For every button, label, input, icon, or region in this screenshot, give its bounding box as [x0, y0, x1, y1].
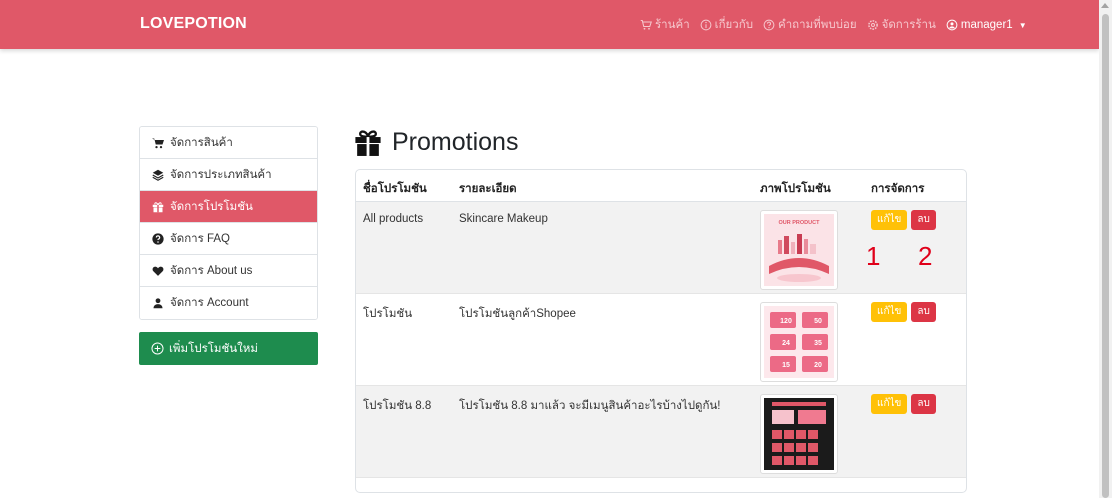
promo-image[interactable] [760, 394, 838, 474]
promo-desc: โปรโมชัน 8.8 มาแล้ว จะมีเมนูสินค้าอะไรบ้… [459, 400, 721, 412]
scroll-up-arrow-icon[interactable] [1101, 3, 1109, 8]
nav-faq-link[interactable]: คำถามที่พบบ่อย [763, 16, 857, 34]
nav-about-link[interactable]: เกี่ยวกับ [700, 16, 753, 34]
promo-image-product: OUR PRODUCT [764, 214, 834, 286]
gift-icon [355, 129, 381, 156]
delete-button[interactable]: ลบ [911, 394, 936, 414]
edit-button[interactable]: แก้ไข [871, 210, 908, 230]
heart-icon [152, 266, 164, 276]
nav-links: ร้านค้า เกี่ยวกับ คำถามที่พบบ่อย จัดการร… [640, 16, 1027, 34]
sidebar-item-label: จัดการ FAQ [170, 232, 231, 245]
delete-button[interactable]: ลบ [911, 302, 936, 322]
voucher-code: 120 [780, 318, 792, 325]
user-menu-dropdown[interactable]: manager1 ▼ [946, 19, 1027, 31]
promo-name: โปรโมชัน [363, 308, 413, 320]
voucher-code: 35 [814, 340, 822, 347]
brand-logo[interactable]: LOVEPOTION [140, 15, 247, 33]
sidebar-item-label: จัดการ About us [170, 264, 253, 277]
user-icon [153, 298, 163, 309]
nav-faq-label: คำถามที่พบบ่อย [778, 19, 857, 31]
promo-desc: โปรโมชันลูกค้าShopee [459, 308, 576, 320]
edit-button[interactable]: แก้ไข [871, 394, 908, 414]
promo-name: โปรโมชัน 8.8 [363, 400, 432, 412]
sidebar-item-label: จัดการประเภทสินค้า [170, 168, 272, 181]
delete-button[interactable]: ลบ [911, 210, 936, 230]
promo-image-vouchers: 120 50 24 35 15 20 [764, 306, 834, 378]
table-row: โปรโมชัน โปรโมชันลูกค้าShopee 120 50 24 … [356, 294, 966, 386]
admin-sidebar: จัดการสินค้า จัดการประเภทสินค้า จัดการโป… [139, 126, 318, 320]
voucher-code: 24 [782, 340, 790, 347]
table-row: โปรโมชัน 8.8 โปรโมชัน 8.8 มาแล้ว จะมีเมน… [356, 386, 966, 478]
promo-image-text: OUR PRODUCT [779, 220, 821, 226]
add-promotion-label: เพิ่มโปรโมชันใหม่ [169, 342, 258, 355]
sidebar-item-label: จัดการโปรโมชัน [170, 200, 253, 213]
table-header: ชื่อโปรโมชัน รายละเอียด ภาพโปรโมชัน การจ… [356, 170, 966, 202]
cart-icon [152, 138, 164, 148]
voucher-code: 20 [814, 362, 822, 369]
voucher-code: 50 [814, 318, 822, 325]
user-circle-icon [946, 19, 958, 31]
header-actions: การจัดการ [871, 183, 925, 195]
nav-shop-label: ร้านค้า [655, 19, 690, 31]
nav-shop-link[interactable]: ร้านค้า [640, 16, 690, 34]
plus-circle-icon [151, 342, 164, 355]
sidebar-item-categories[interactable]: จัดการประเภทสินค้า [140, 159, 317, 191]
cart-icon [640, 19, 652, 30]
sidebar-item-promotions[interactable]: จัดการโปรโมชัน [140, 191, 317, 223]
sidebar-item-products[interactable]: จัดการสินค้า [140, 127, 317, 159]
sidebar-item-faq[interactable]: จัดการ FAQ [140, 223, 317, 255]
sidebar-item-account[interactable]: จัดการ Account [140, 287, 317, 319]
promo-desc: Skincare Makeup [459, 213, 548, 225]
row-actions: แก้ไข ลบ [871, 210, 936, 230]
header-desc: รายละเอียด [459, 183, 517, 195]
gear-icon [867, 20, 878, 30]
promo-image[interactable]: OUR PRODUCT [760, 210, 838, 290]
user-name: manager1 [960, 19, 1013, 31]
caret-down-icon: ▼ [1018, 20, 1027, 30]
promo-image[interactable]: 120 50 24 35 15 20 [760, 302, 838, 382]
question-circle-icon [152, 232, 164, 245]
sidebar-item-label: จัดการ Account [170, 297, 249, 309]
edit-button[interactable]: แก้ไข [871, 302, 908, 322]
layers-icon [152, 169, 164, 181]
info-icon [700, 19, 712, 31]
gift-icon [152, 201, 164, 212]
question-icon [763, 19, 775, 31]
nav-about-label: เกี่ยวกับ [714, 19, 754, 31]
promotions-table: ชื่อโปรโมชัน รายละเอียด ภาพโปรโมชัน การจ… [355, 169, 967, 493]
header-name: ชื่อโปรโมชัน [363, 183, 427, 195]
annotation-two: 2 [918, 241, 933, 271]
scroll-thumb[interactable] [1102, 14, 1109, 498]
annotation-one: 1 [866, 241, 881, 271]
promo-name: All products [363, 213, 424, 225]
top-navbar: LOVEPOTION ร้านค้า เกี่ยวกับ คำถามที่พบบ… [0, 0, 1099, 49]
promo-image-88 [764, 398, 834, 470]
nav-manage-label: จัดการร้าน [881, 19, 936, 31]
sidebar-item-label: จัดการสินค้า [170, 136, 233, 149]
row-actions: แก้ไข ลบ [871, 394, 936, 414]
page-heading: Promotions [354, 128, 518, 157]
header-image: ภาพโปรโมชัน [760, 183, 831, 195]
add-promotion-button[interactable]: เพิ่มโปรโมชันใหม่ [139, 332, 318, 365]
page-title: Promotions [392, 128, 519, 156]
row-actions: แก้ไข ลบ [871, 302, 936, 322]
sidebar-item-about[interactable]: จัดการ About us [140, 255, 317, 287]
voucher-code: 15 [782, 362, 790, 369]
page-scrollbar[interactable] [1099, 0, 1112, 498]
nav-manage-link[interactable]: จัดการร้าน [867, 16, 936, 34]
